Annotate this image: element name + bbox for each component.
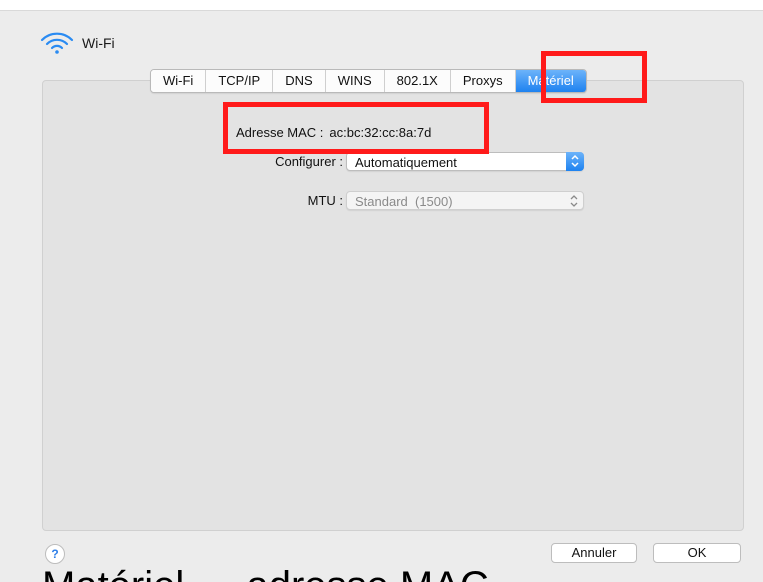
configure-value: Automatiquement xyxy=(355,154,457,170)
interface-header: Wi-Fi xyxy=(40,30,115,56)
tab-bar: Wi-Fi TCP/IP DNS WINS 802.1X Proxys Maté… xyxy=(150,69,587,93)
cancel-button[interactable]: Annuler xyxy=(551,543,637,563)
mac-address-row: Adresse MAC : ac:bc:32:cc:8a:7d xyxy=(236,121,431,143)
top-strip xyxy=(0,0,763,10)
tab-tcpip[interactable]: TCP/IP xyxy=(206,70,274,92)
configure-row: Configurer : Automatiquement xyxy=(255,150,584,172)
ok-button[interactable]: OK xyxy=(653,543,741,563)
mac-address-value: ac:bc:32:cc:8a:7d xyxy=(329,124,432,140)
tab-8021x[interactable]: 802.1X xyxy=(384,70,451,92)
mac-address-label: Adresse MAC : xyxy=(236,124,324,140)
tab-proxys[interactable]: Proxys xyxy=(450,70,516,92)
chevron-updown-icon xyxy=(566,151,584,171)
tab-dns[interactable]: DNS xyxy=(273,70,326,92)
configure-select[interactable]: Automatiquement xyxy=(346,151,584,171)
wifi-icon xyxy=(40,31,74,55)
network-preferences-window: Wi-Fi Wi-Fi TCP/IP DNS WINS 802.1X Proxy… xyxy=(0,0,763,582)
chevron-updown-icon xyxy=(567,192,581,211)
caption-text: Matériel → adresse MAC xyxy=(42,566,489,582)
mtu-label: MTU : xyxy=(307,192,343,208)
tab-materiel[interactable]: Matériel xyxy=(515,70,586,92)
mtu-value: Standard (1500) xyxy=(355,193,453,209)
mtu-row: MTU : Standard (1500) xyxy=(255,189,584,211)
configure-label: Configurer : xyxy=(275,153,343,169)
tab-wins[interactable]: WINS xyxy=(325,70,385,92)
settings-panel xyxy=(42,80,744,531)
tab-wifi[interactable]: Wi-Fi xyxy=(151,70,207,92)
mtu-select: Standard (1500) xyxy=(346,190,584,211)
help-button[interactable]: ? xyxy=(45,544,65,564)
interface-title: Wi-Fi xyxy=(82,35,115,51)
